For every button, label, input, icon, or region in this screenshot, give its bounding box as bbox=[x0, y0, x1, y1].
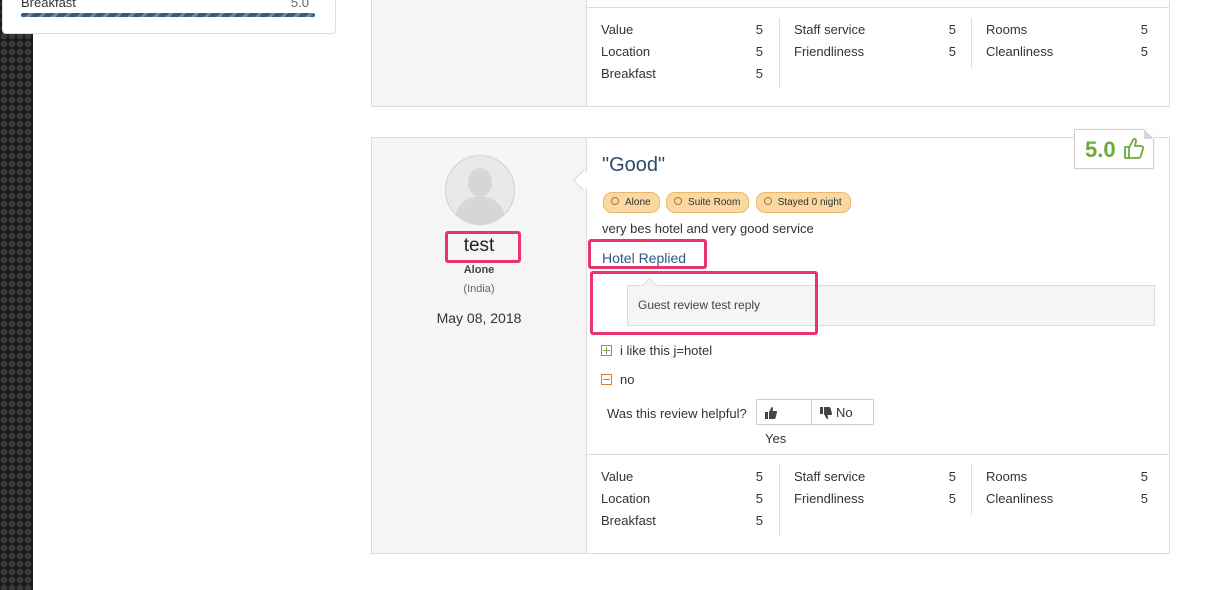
review-title: "Good" bbox=[602, 154, 666, 176]
helpful-yes-label: Yes bbox=[765, 431, 787, 446]
review-pro: i like this j=hotel bbox=[601, 343, 712, 358]
reviewer-column bbox=[372, 0, 587, 106]
score-column: Rooms 5 Cleanliness 5 bbox=[971, 18, 1164, 68]
score-row: Breakfast 5 bbox=[601, 66, 763, 81]
score-column: Rooms 5 Cleanliness 5 bbox=[971, 465, 1164, 515]
helpful-question: Was this review helpful? bbox=[607, 406, 747, 421]
tag-badge: Alone bbox=[603, 192, 660, 213]
score-row: Location 5 bbox=[601, 491, 763, 506]
review-scores: Value 5 Location 5 Breakfast 5 Staff servic… bbox=[587, 7, 1169, 106]
score-row: Value 5 bbox=[601, 22, 763, 37]
rating-summary-bar bbox=[21, 13, 315, 17]
tag-badge: Stayed 0 night bbox=[755, 192, 851, 213]
score-column: Staff service 5 Friendliness 5 bbox=[779, 465, 972, 535]
highlight-reviewer-name bbox=[445, 231, 521, 263]
overall-score: 5.0 bbox=[1085, 137, 1116, 162]
overall-score-badge: 5.0 bbox=[1074, 129, 1154, 169]
score-row: Cleanliness 5 bbox=[986, 44, 1148, 59]
helpful-no-label: No bbox=[836, 405, 853, 420]
circle-icon bbox=[611, 197, 619, 206]
reviewer-country: (India) bbox=[463, 283, 495, 295]
review-card-previous: Value 5 Location 5 Breakfast 5 Staff servic… bbox=[371, 0, 1170, 107]
score-column: Staff service 5 Friendliness 5 bbox=[779, 18, 972, 88]
score-row: Rooms 5 bbox=[986, 22, 1148, 37]
score-column: Value 5 Location 5 Breakfast 5 bbox=[587, 465, 779, 531]
rating-summary-card: Breakfast 5.0 bbox=[2, 0, 336, 34]
review-scores: Value 5 Location 5 Breakfast 5 Staff servic… bbox=[587, 454, 1169, 553]
review-pro-text: i like this j=hotel bbox=[620, 343, 713, 358]
reviewer-column: test Alone (India) May 08, 2018 bbox=[372, 138, 587, 553]
plus-square-icon bbox=[601, 345, 612, 357]
minus-square-icon bbox=[601, 374, 612, 386]
score-row: Staff service 5 bbox=[794, 469, 956, 484]
circle-icon bbox=[674, 197, 683, 206]
reviewer-travel-type: Alone bbox=[463, 264, 495, 276]
score-row: Cleanliness 5 bbox=[986, 491, 1148, 506]
score-row: Friendliness 5 bbox=[794, 44, 956, 59]
highlight-hotel-replied bbox=[588, 239, 707, 269]
review-tags: Alone Suite Room Stayed 0 night bbox=[603, 192, 853, 213]
score-row: Breakfast 5 bbox=[601, 513, 763, 528]
tag-badge: Suite Room bbox=[666, 192, 750, 213]
rating-summary-value: 5.0 bbox=[290, 0, 309, 10]
avatar-placeholder-icon bbox=[445, 155, 515, 225]
score-row: Staff service 5 bbox=[794, 22, 956, 37]
score-row: Value 5 bbox=[601, 469, 763, 484]
helpful-yes-button[interactable]: Yes bbox=[756, 399, 812, 446]
review-text: very bes hotel and very good service bbox=[602, 221, 814, 236]
review-card: test Alone (India) May 08, 2018 5.0 "Goo… bbox=[371, 129, 1170, 554]
score-row: Friendliness 5 bbox=[794, 491, 956, 506]
thumbs-down-icon bbox=[820, 406, 833, 419]
rating-summary-label: Breakfast bbox=[21, 0, 76, 10]
score-row: Location 5 bbox=[601, 44, 763, 59]
circle-icon bbox=[763, 197, 772, 206]
thumbs-up-icon bbox=[765, 406, 778, 419]
thumbs-up-icon bbox=[1122, 136, 1145, 165]
review-con: no bbox=[601, 372, 634, 387]
score-column: Value 5 Location 5 Breakfast 5 bbox=[587, 18, 779, 84]
highlight-reply-box bbox=[590, 271, 818, 335]
review-date: May 08, 2018 bbox=[436, 310, 522, 326]
helpful-no-button[interactable]: No bbox=[811, 399, 874, 425]
score-row: Rooms 5 bbox=[986, 469, 1148, 484]
page-background-strip bbox=[0, 0, 33, 590]
review-con-text: no bbox=[620, 372, 635, 387]
